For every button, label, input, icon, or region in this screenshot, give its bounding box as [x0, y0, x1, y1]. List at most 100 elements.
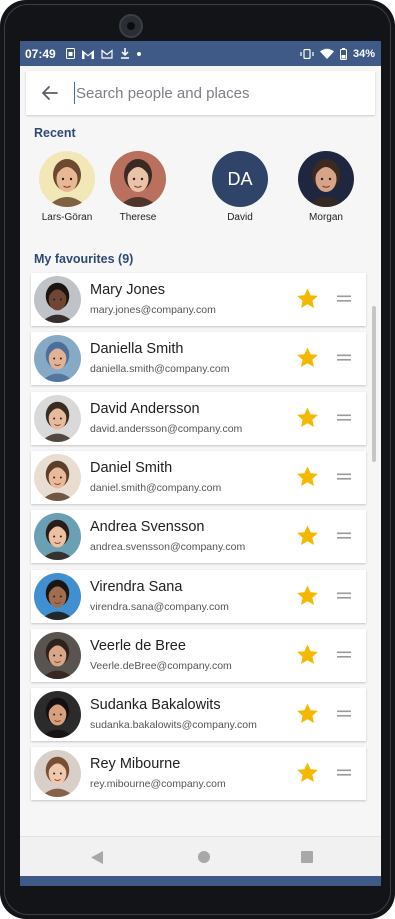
contact-email: Veerle.deBree@company.com: [90, 659, 232, 672]
contact-email: daniella.smith@company.com: [90, 363, 230, 376]
gmail-outline-icon: [101, 48, 113, 59]
contact-name: Rey Mibourne: [90, 756, 181, 773]
portrait-illustration: [34, 335, 81, 383]
portrait-illustration: [34, 513, 81, 561]
favourite-contact-row[interactable]: Daniel Smith daniel.smith@company.com: [31, 450, 366, 504]
recent-person-name: Morgan: [309, 212, 343, 223]
favourite-contact-row[interactable]: Veerle de Bree Veerle.deBree@company.com: [31, 628, 366, 682]
avatar: [110, 151, 166, 207]
portrait-illustration: [298, 151, 354, 207]
drag-handle-icon[interactable]: [337, 532, 351, 540]
contact-email: david.andersson@company.com: [90, 422, 243, 435]
favourite-contact-row[interactable]: David Andersson david.andersson@company.c…: [31, 391, 366, 445]
gmail-icon: [81, 49, 94, 59]
drag-handle-icon[interactable]: [337, 769, 351, 777]
contact-name: Virendra Sana: [90, 578, 183, 595]
favourite-contact-row[interactable]: Mary Jones mary.jones@company.com: [31, 273, 366, 326]
recent-people-row: Lars-Göran Therese DA David Morgan: [20, 151, 381, 227]
avatar: [34, 453, 81, 501]
portrait-illustration: [34, 631, 81, 679]
star-icon[interactable]: [295, 584, 320, 608]
drag-handle-icon[interactable]: [337, 651, 351, 659]
battery-percentage: 34%: [352, 47, 375, 60]
contact-name: David Andersson: [90, 400, 200, 417]
avatar: [34, 572, 81, 620]
avatar: [34, 631, 81, 679]
avatar: [34, 691, 81, 739]
favourite-contact-row[interactable]: Virendra Sana virendra.sana@company.com: [31, 569, 366, 623]
star-icon[interactable]: [295, 346, 320, 370]
recent-person-name: Lars-Göran: [41, 212, 93, 223]
recent-person-name: Therese: [119, 212, 157, 223]
favourite-contact-row[interactable]: Daniella Smith daniella.smith@company.com: [31, 332, 366, 386]
star-icon[interactable]: [295, 702, 320, 726]
contact-name: Sudanka Bakalowits: [90, 697, 221, 714]
avatar: [34, 394, 81, 442]
back-arrow-icon[interactable]: [40, 83, 60, 103]
avatar: [34, 335, 81, 383]
front-camera: [119, 14, 143, 38]
screen: 07:49 34% Recent Lars-Göran Therese DA: [20, 41, 381, 876]
nav-recents-icon[interactable]: [301, 851, 313, 863]
contact-email: virendra.sana@company.com: [90, 600, 229, 613]
avatar-initials: DA: [227, 168, 253, 189]
star-icon[interactable]: [295, 406, 320, 430]
contact-name: Mary Jones: [90, 282, 165, 298]
sim-icon: [65, 48, 75, 59]
avatar: DA: [212, 151, 268, 207]
favourites-section-title: My favourites (9): [34, 252, 134, 266]
contact-email: daniel.smith@company.com: [90, 481, 222, 494]
contact-name: Daniella Smith: [90, 341, 184, 358]
drag-handle-icon[interactable]: [337, 592, 351, 600]
search-bar: [26, 71, 375, 115]
star-icon[interactable]: [295, 287, 320, 311]
download-icon: [120, 48, 129, 59]
star-icon[interactable]: [295, 761, 320, 785]
contact-name: Andrea Svensson: [90, 519, 205, 536]
battery-icon: [339, 47, 347, 60]
drag-handle-icon[interactable]: [337, 295, 351, 303]
recent-person[interactable]: DA David: [200, 151, 280, 223]
portrait-illustration: [34, 394, 81, 442]
status-system-icons: 34%: [300, 47, 375, 60]
avatar: [298, 151, 354, 207]
status-time: 07:49: [25, 46, 56, 61]
recent-person[interactable]: Therese: [98, 151, 178, 223]
drag-handle-icon[interactable]: [337, 354, 351, 362]
contact-name: Veerle de Bree: [90, 637, 186, 654]
wifi-icon: [319, 48, 334, 59]
portrait-illustration: [39, 151, 95, 207]
favourite-contact-row[interactable]: Sudanka Bakalowits sudanka.bakalowits@com…: [31, 688, 366, 742]
recent-person[interactable]: Morgan: [286, 151, 366, 223]
star-icon[interactable]: [295, 465, 320, 489]
contact-email: mary.jones@company.com: [90, 304, 216, 316]
favourite-contact-row[interactable]: Andrea Svensson andrea.svensson@company.c…: [31, 510, 366, 564]
portrait-illustration: [34, 691, 81, 739]
contact-email: sudanka.bakalowits@company.com: [90, 719, 257, 732]
contact-email: rey.mibourne@company.com: [90, 778, 226, 791]
search-input[interactable]: [74, 82, 358, 104]
android-navigation-bar: [20, 836, 381, 876]
nav-back-icon[interactable]: [91, 851, 103, 864]
contact-name: Daniel Smith: [90, 459, 173, 476]
star-icon[interactable]: [295, 643, 320, 667]
portrait-illustration: [110, 151, 166, 207]
recent-section-title: Recent: [34, 126, 76, 140]
drag-handle-icon[interactable]: [337, 473, 351, 481]
drag-handle-icon[interactable]: [337, 414, 351, 422]
portrait-illustration: [34, 572, 81, 620]
drag-handle-icon[interactable]: [337, 710, 351, 718]
scrollbar[interactable]: [372, 306, 376, 462]
dot-icon: [136, 51, 141, 56]
recent-person[interactable]: Lars-Göran: [27, 151, 107, 223]
screen-bottom-edge: [20, 876, 381, 886]
status-bar: 07:49 34%: [20, 41, 381, 66]
favourite-contact-row[interactable]: Rey Mibourne rey.mibourne@company.com: [31, 747, 366, 801]
vibrate-icon: [300, 48, 314, 59]
portrait-illustration: [34, 750, 81, 798]
portrait-illustration: [34, 276, 81, 323]
star-icon[interactable]: [295, 524, 320, 548]
nav-home-icon[interactable]: [198, 851, 210, 863]
phone-frame: 07:49 34% Recent Lars-Göran Therese DA: [0, 0, 395, 919]
contact-email: andrea.svensson@company.com: [90, 541, 246, 554]
